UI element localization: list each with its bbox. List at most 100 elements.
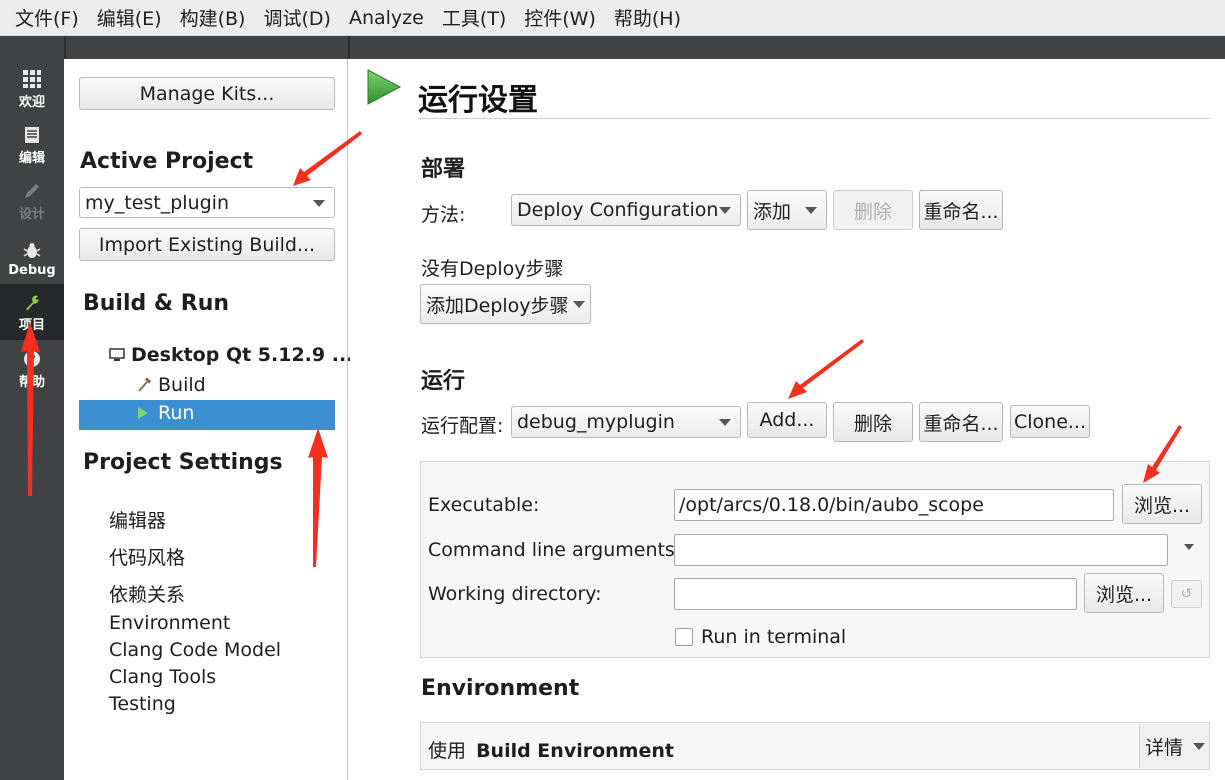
run-delete-button[interactable]: 删除 xyxy=(833,402,913,442)
run-clone-button[interactable]: Clone... xyxy=(1010,405,1090,438)
chevron-down-icon[interactable] xyxy=(1184,544,1194,550)
menu-file[interactable]: 文件(F) xyxy=(6,4,88,31)
mode-welcome[interactable]: 欢迎 xyxy=(0,61,64,117)
settings-item-code-style[interactable]: 代码风格 xyxy=(109,543,185,570)
menu-build[interactable]: 构建(B) xyxy=(171,4,255,31)
mode-label: 欢迎 xyxy=(18,94,45,110)
mode-debug[interactable]: Debug xyxy=(0,231,64,287)
menu-edit[interactable]: 编辑(E) xyxy=(88,4,171,31)
settings-item-clang-code-model[interactable]: Clang Code Model xyxy=(109,639,281,661)
mode-projects[interactable]: 项目 xyxy=(0,284,64,340)
chevron-down-icon xyxy=(313,199,325,207)
run-heading: 运行 xyxy=(421,369,466,394)
working-directory-browse-button[interactable]: 浏览... xyxy=(1084,573,1164,613)
mode-help[interactable]: ? 帮助 xyxy=(0,341,64,397)
chevron-down-icon xyxy=(719,419,731,426)
environment-prefix: 使用 xyxy=(428,740,467,762)
build-label: Build xyxy=(158,374,206,396)
build-tree-item[interactable]: Build xyxy=(136,374,206,396)
menu-tools[interactable]: 工具(T) xyxy=(433,4,515,31)
mode-label: 项目 xyxy=(18,317,45,333)
pencil-icon xyxy=(25,183,39,198)
chevron-down-icon xyxy=(573,301,585,308)
mode-sidebar: 欢迎 编辑 设计 Debug 项目 ? 帮助 xyxy=(0,59,64,780)
chevron-down-icon xyxy=(1193,743,1205,750)
mode-label: 编辑 xyxy=(18,150,45,166)
chevron-down-icon xyxy=(805,207,817,214)
executable-label: Executable: xyxy=(428,494,540,516)
working-directory-label: Working directory: xyxy=(428,583,602,605)
deploy-delete-button[interactable]: 删除 xyxy=(833,190,913,230)
environment-details-button[interactable]: 详情 xyxy=(1139,724,1209,768)
command-line-args-field[interactable] xyxy=(674,534,1168,566)
reset-icon[interactable]: ↺ xyxy=(1171,580,1202,608)
page-title: 运行设置 xyxy=(418,83,538,118)
run-config-panel: Executable: /opt/arcs/0.18.0/bin/aubo_sc… xyxy=(420,461,1210,658)
run-config-label: 运行配置: xyxy=(421,415,504,437)
mode-design[interactable]: 设计 xyxy=(0,173,64,229)
chevron-down-icon xyxy=(719,207,731,214)
deploy-add-label: 添加 xyxy=(753,200,792,223)
executable-browse-button[interactable]: 浏览... xyxy=(1122,484,1202,524)
import-existing-build-button[interactable]: Import Existing Build... xyxy=(79,228,335,261)
menu-analyze[interactable]: Analyze xyxy=(340,7,433,29)
executable-field[interactable]: /opt/arcs/0.18.0/bin/aubo_scope xyxy=(674,489,1114,521)
active-project-select[interactable]: my_test_plugin xyxy=(79,187,335,218)
kit-tree-item[interactable]: Desktop Qt 5.12.9 ... xyxy=(109,344,353,366)
divider xyxy=(64,36,66,59)
settings-item-environment[interactable]: Environment xyxy=(109,612,230,634)
grid-icon xyxy=(23,69,41,88)
menu-bar: 文件(F) 编辑(E) 构建(B) 调试(D) Analyze 工具(T) 控件… xyxy=(0,0,1225,36)
add-deploy-step-button[interactable]: 添加Deploy步骤 xyxy=(420,284,591,324)
settings-item-editor[interactable]: 编辑器 xyxy=(109,506,166,533)
menu-debug[interactable]: 调试(D) xyxy=(254,4,339,31)
deploy-method-select[interactable]: Deploy Configuration xyxy=(511,194,741,226)
deploy-heading: 部署 xyxy=(421,157,466,182)
menu-widgets[interactable]: 控件(W) xyxy=(515,4,605,31)
run-add-button[interactable]: Add... xyxy=(747,402,827,438)
wrench-icon xyxy=(26,295,39,310)
no-deploy-steps-text: 没有Deploy步骤 xyxy=(421,258,564,280)
working-directory-field[interactable] xyxy=(674,578,1077,610)
deploy-add-button[interactable]: 添加 xyxy=(747,190,827,230)
hammer-icon xyxy=(138,377,152,392)
run-tree-item-selected[interactable]: Run xyxy=(79,400,335,430)
run-in-terminal-label: Run in terminal xyxy=(701,626,847,648)
mode-edit[interactable]: 编辑 xyxy=(0,117,64,173)
environment-bar: 使用 Build Environment 详情 xyxy=(420,722,1210,770)
run-label: Run xyxy=(158,402,195,424)
settings-item-clang-tools[interactable]: Clang Tools xyxy=(109,666,216,688)
run-config-select[interactable]: debug_myplugin xyxy=(511,406,741,438)
add-deploy-step-label: 添加Deploy步骤 xyxy=(426,294,569,317)
environment-heading: Environment xyxy=(421,676,580,701)
settings-item-dependencies[interactable]: 依赖关系 xyxy=(109,580,185,607)
active-project-value: my_test_plugin xyxy=(85,191,230,214)
settings-item-testing[interactable]: Testing xyxy=(109,693,176,715)
environment-value: Build Environment xyxy=(476,740,674,762)
mode-label: Debug xyxy=(8,262,56,278)
help-icon: ? xyxy=(24,350,40,368)
deploy-method-label: 方法: xyxy=(421,204,466,226)
project-panel: Manage Kits... Active Project my_test_pl… xyxy=(66,59,353,780)
run-settings-icon xyxy=(367,69,402,105)
run-settings-page: 运行设置 部署 方法: Deploy Configuration 添加 删除 重… xyxy=(350,59,1225,780)
manage-kits-button[interactable]: Manage Kits... xyxy=(79,77,335,110)
run-rename-button[interactable]: 重命名... xyxy=(919,402,1003,442)
divider xyxy=(348,36,350,59)
kit-name: Desktop Qt 5.12.9 ... xyxy=(131,344,354,366)
deploy-rename-button[interactable]: 重命名... xyxy=(919,190,1003,230)
project-settings-heading: Project Settings xyxy=(83,450,283,475)
run-config-value: debug_myplugin xyxy=(517,411,675,433)
mode-label: 设计 xyxy=(18,206,45,222)
monitor-icon xyxy=(109,348,125,361)
menu-help[interactable]: 帮助(H) xyxy=(605,4,690,31)
mode-label: 帮助 xyxy=(18,374,45,390)
document-icon xyxy=(25,126,39,143)
environment-details-label: 详情 xyxy=(1145,736,1184,759)
run-in-terminal-checkbox[interactable] xyxy=(675,628,693,646)
build-run-heading: Build & Run xyxy=(83,291,230,316)
active-project-heading: Active Project xyxy=(80,149,254,174)
divider xyxy=(418,118,1210,119)
toolbar-strip xyxy=(0,36,1225,59)
run-tree-item[interactable]: Run xyxy=(136,402,194,424)
